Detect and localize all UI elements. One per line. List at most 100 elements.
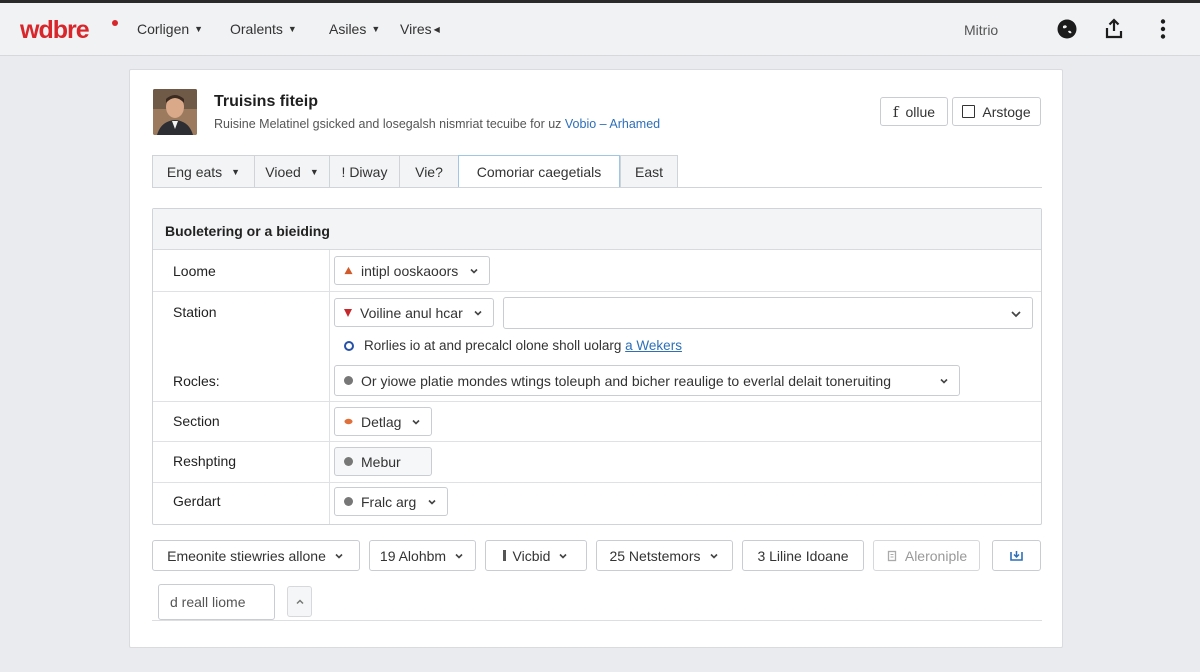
- nav-item-asiles[interactable]: Asiles ▼: [329, 21, 380, 37]
- section-select[interactable]: Detlag: [334, 407, 432, 436]
- nav-item-oralents[interactable]: Oralents ▼: [230, 21, 297, 37]
- chevron-down-icon: [559, 553, 568, 559]
- chevron-down-icon: [428, 499, 436, 505]
- main-panel: Truisins fiteip Ruisine Melatinel gsicke…: [129, 69, 1063, 648]
- loome-select-value: intipl ooskaoors: [361, 262, 459, 279]
- top-bar: wdbre Corligen ▼ Oralents ▼ Asiles ▼ Vires ◀…: [0, 0, 1200, 56]
- arstoge-button-label: Arstoge: [982, 103, 1031, 120]
- chevron-down-icon: [335, 553, 343, 559]
- caret-down-icon: ▼: [194, 24, 204, 34]
- tab-label: Eng eats: [166, 163, 223, 180]
- document-icon: [887, 550, 897, 561]
- form-heading: Buoletering or a bieiding: [165, 223, 330, 239]
- subtitle-text: Ruisine Melatinel gsicked and losegalsh …: [214, 117, 562, 131]
- f-icon: f: [892, 102, 899, 121]
- liline-idoane-button[interactable]: 3 Liline Idoane: [742, 540, 864, 571]
- page-subtitle: Ruisine Melatinel gsicked and losegalsh …: [214, 117, 660, 131]
- emeonite-dropdown-button[interactable]: Emeonite stiewries allone: [152, 540, 360, 571]
- tab-label: Vioed: [265, 163, 301, 180]
- page-title: Truisins fiteip: [214, 93, 319, 110]
- tab-vie[interactable]: Vie?: [399, 155, 458, 188]
- scroll-up-button[interactable]: [287, 586, 312, 617]
- station-note-text: Rorlies io at and precalcl olone sholl u…: [364, 338, 622, 353]
- gerdart-select-value: Fralc arg: [361, 493, 417, 510]
- reshpting-field-value: Mebur: [361, 453, 401, 470]
- nav-label: Asiles: [329, 21, 367, 37]
- row-label-rocles: Rocles:: [173, 373, 220, 389]
- nav-item-vires[interactable]: Vires ◀: [400, 21, 440, 37]
- row-divider: [153, 482, 1041, 483]
- tab-label: ! Diway: [341, 163, 388, 180]
- caret-down-icon: ▼: [371, 24, 381, 34]
- export-icon: [1009, 550, 1023, 561]
- station-select[interactable]: Voiline anul hcar: [334, 298, 494, 327]
- brand-logo[interactable]: wdbre: [20, 16, 90, 45]
- row-label-station: Station: [173, 304, 217, 320]
- row-label-reshpting: Reshpting: [173, 453, 237, 469]
- export-icon-button[interactable]: [992, 540, 1041, 571]
- row-label-section: Section: [173, 413, 220, 429]
- caret-down-icon: ▼: [287, 24, 297, 34]
- caret-down-icon: ▼: [231, 166, 241, 177]
- filter-button-label: ollue: [905, 103, 936, 120]
- form-header: Buoletering or a bieiding: [153, 209, 1041, 250]
- square-icon: [962, 105, 976, 118]
- netstemors-dropdown-button[interactable]: 25 Netstemors: [596, 540, 733, 571]
- row-label-loome: Loome: [173, 263, 216, 279]
- warning-icon: [344, 266, 353, 275]
- subtitle-link-arhamed[interactable]: Arhamed: [609, 117, 660, 131]
- status-dot-icon: [344, 376, 353, 385]
- chevron-down-icon: [412, 419, 420, 425]
- globe-icon[interactable]: [1055, 17, 1079, 41]
- tab-vioed[interactable]: Vioed ▼: [254, 155, 329, 188]
- filter-button[interactable]: f ollue: [880, 97, 948, 126]
- footer-button-label: Aleroniple: [904, 547, 968, 564]
- tab-label: Vie?: [415, 163, 443, 180]
- footer-button-label: 25 Netstemors: [609, 547, 701, 564]
- reshpting-field[interactable]: Mebur: [334, 447, 432, 476]
- chevron-down-icon: [455, 553, 463, 559]
- tab-diway[interactable]: ! Diway: [329, 155, 399, 188]
- tab-comoriar-caegetials[interactable]: Comoriar caegetials: [458, 155, 620, 188]
- row-divider: [153, 401, 1041, 402]
- share-icon[interactable]: [1103, 17, 1127, 41]
- tab-east[interactable]: East: [620, 155, 678, 188]
- panel-bottom-divider: [152, 620, 1042, 621]
- nav-label: Corligen: [137, 21, 190, 37]
- avatar[interactable]: [153, 89, 197, 135]
- arstoge-button[interactable]: Arstoge: [952, 97, 1041, 126]
- alohbm-dropdown-button[interactable]: 19 Alohbm: [369, 540, 476, 571]
- footer-button-label: Vicbid: [512, 547, 551, 564]
- caret-down-icon: ▼: [309, 166, 319, 177]
- tab-label: Comoriar caegetials: [476, 163, 602, 180]
- row-divider: [153, 441, 1041, 442]
- station-note-link[interactable]: a Wekers: [625, 338, 682, 353]
- flame-icon: [344, 418, 353, 425]
- logo-mark-dot: [112, 20, 118, 26]
- tab-eng-eats[interactable]: Eng eats ▼: [152, 155, 254, 188]
- loome-select[interactable]: intipl ooskaoors: [334, 256, 490, 285]
- chevron-down-icon: [470, 268, 478, 274]
- footer-button-label: 19 Alohbm: [379, 547, 447, 564]
- chevron-up-icon: [295, 598, 304, 604]
- station-detail-select[interactable]: [503, 297, 1033, 329]
- vicbid-dropdown-button[interactable]: Vicbid: [485, 540, 587, 571]
- row-label-gerdart: Gerdart: [173, 493, 221, 509]
- user-name[interactable]: Mitrio: [964, 22, 998, 38]
- bar-chart-icon: [502, 550, 506, 561]
- chevron-down-icon: [474, 310, 482, 316]
- nav-label: Vires: [400, 21, 432, 37]
- nav-label: Oralents: [230, 21, 283, 37]
- chevron-down-icon: [940, 378, 948, 384]
- more-vertical-icon[interactable]: [1151, 17, 1175, 41]
- search-input[interactable]: [170, 594, 270, 610]
- chevron-down-icon: [709, 553, 718, 559]
- gerdart-select[interactable]: Fralc arg: [334, 487, 448, 516]
- aleroniple-button[interactable]: Aleroniple: [873, 540, 980, 571]
- section-select-value: Detlag: [361, 413, 402, 430]
- rocles-select[interactable]: Or yiowe platie mondes wtings toleuph an…: [334, 365, 960, 396]
- subtitle-link-vobio[interactable]: Vobio: [565, 117, 596, 131]
- nav-item-corligen[interactable]: Corligen ▼: [137, 21, 203, 37]
- status-dot-icon: [344, 497, 353, 506]
- search-field[interactable]: [158, 584, 275, 620]
